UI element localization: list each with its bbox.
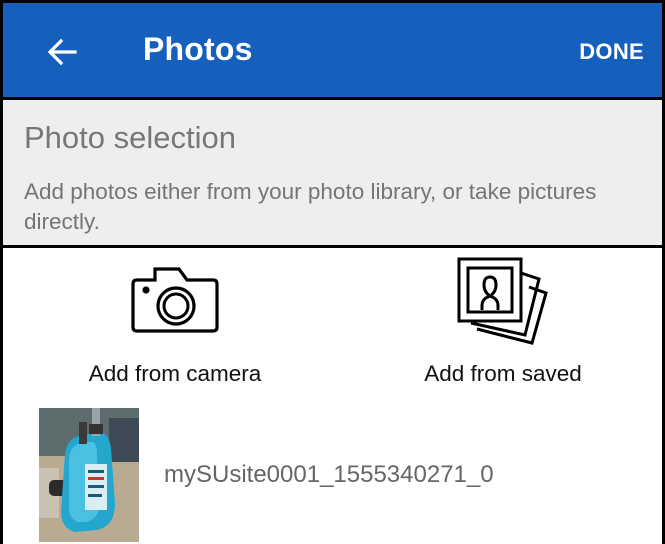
camera-icon bbox=[131, 267, 219, 333]
app-bar: Photos DONE bbox=[3, 3, 662, 100]
add-from-saved-label: Add from saved bbox=[424, 361, 582, 386]
section-title: Photo selection bbox=[24, 120, 236, 155]
page-title: Photos bbox=[143, 31, 253, 67]
photo-stack-icon bbox=[457, 257, 548, 345]
add-from-saved-button[interactable]: Add from saved bbox=[383, 255, 623, 395]
arrow-left-icon bbox=[47, 38, 77, 66]
photo-selection-header: Photo selection Add photos either from y… bbox=[3, 100, 662, 248]
photos-screen: Photos DONE Photo selection Add photos e… bbox=[0, 0, 665, 544]
photo-list-item[interactable]: mySUsite0001_1555340271_0 bbox=[3, 405, 662, 544]
photo-thumbnail bbox=[39, 408, 139, 542]
section-description: Add photos either from your photo librar… bbox=[24, 179, 597, 234]
add-from-camera-label: Add from camera bbox=[88, 361, 262, 386]
photo-name: mySUsite0001_1555340271_0 bbox=[164, 461, 494, 488]
add-from-camera-button[interactable]: Add from camera bbox=[55, 255, 295, 395]
done-button[interactable]: DONE bbox=[579, 39, 644, 65]
back-button[interactable] bbox=[37, 29, 87, 75]
